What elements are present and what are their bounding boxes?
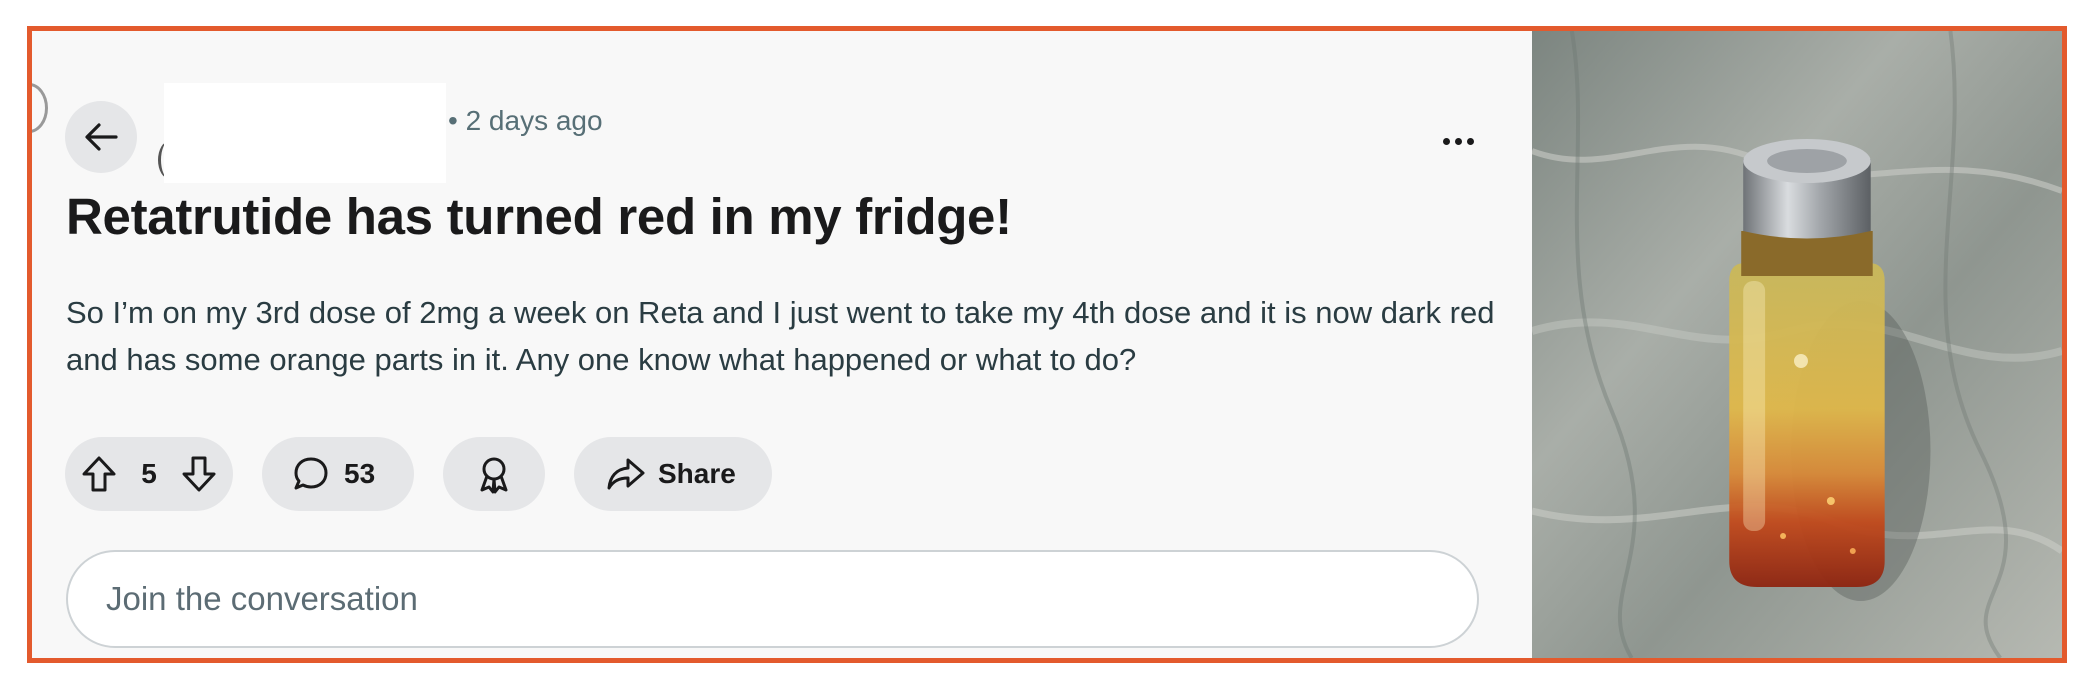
partial-circle-decoration: [32, 83, 48, 133]
vote-controls: 5: [65, 437, 233, 511]
comment-bubble-icon: [292, 455, 330, 493]
vial-photo-illustration: [1532, 31, 2062, 658]
post-title: Retatrutide has turned red in my fridge!: [66, 188, 1012, 245]
upvote-arrow-icon[interactable]: [81, 455, 117, 493]
award-icon: [476, 454, 512, 494]
comments-button[interactable]: 53: [262, 437, 414, 511]
back-button[interactable]: [65, 101, 137, 173]
reply-placeholder: Join the conversation: [106, 580, 418, 617]
share-label: Share: [658, 458, 736, 489]
more-options-button[interactable]: [1436, 121, 1480, 161]
post-body: So I’m on my 3rd dose of 2mg a week on R…: [66, 295, 1495, 377]
redacted-username: [164, 83, 446, 183]
post-panel: • 2 days ago Retatrutide has turned red …: [32, 31, 1532, 658]
share-arrow-icon: [606, 456, 646, 492]
vote-count: 5: [141, 458, 157, 489]
award-button[interactable]: [443, 437, 545, 511]
downvote-arrow-icon[interactable]: [181, 455, 217, 493]
back-arrow-icon: [84, 122, 118, 152]
share-button[interactable]: Share: [574, 437, 772, 511]
join-conversation-input[interactable]: Join the conversation: [66, 550, 1479, 648]
more-options-icon: [1442, 137, 1474, 145]
vial-photo[interactable]: [1532, 31, 2062, 658]
post-timestamp: • 2 days ago: [448, 105, 603, 136]
post-actions: 5 53 Share: [65, 437, 772, 511]
comment-count: 53: [344, 458, 376, 489]
screenshot-frame: • 2 days ago Retatrutide has turned red …: [27, 26, 2067, 663]
